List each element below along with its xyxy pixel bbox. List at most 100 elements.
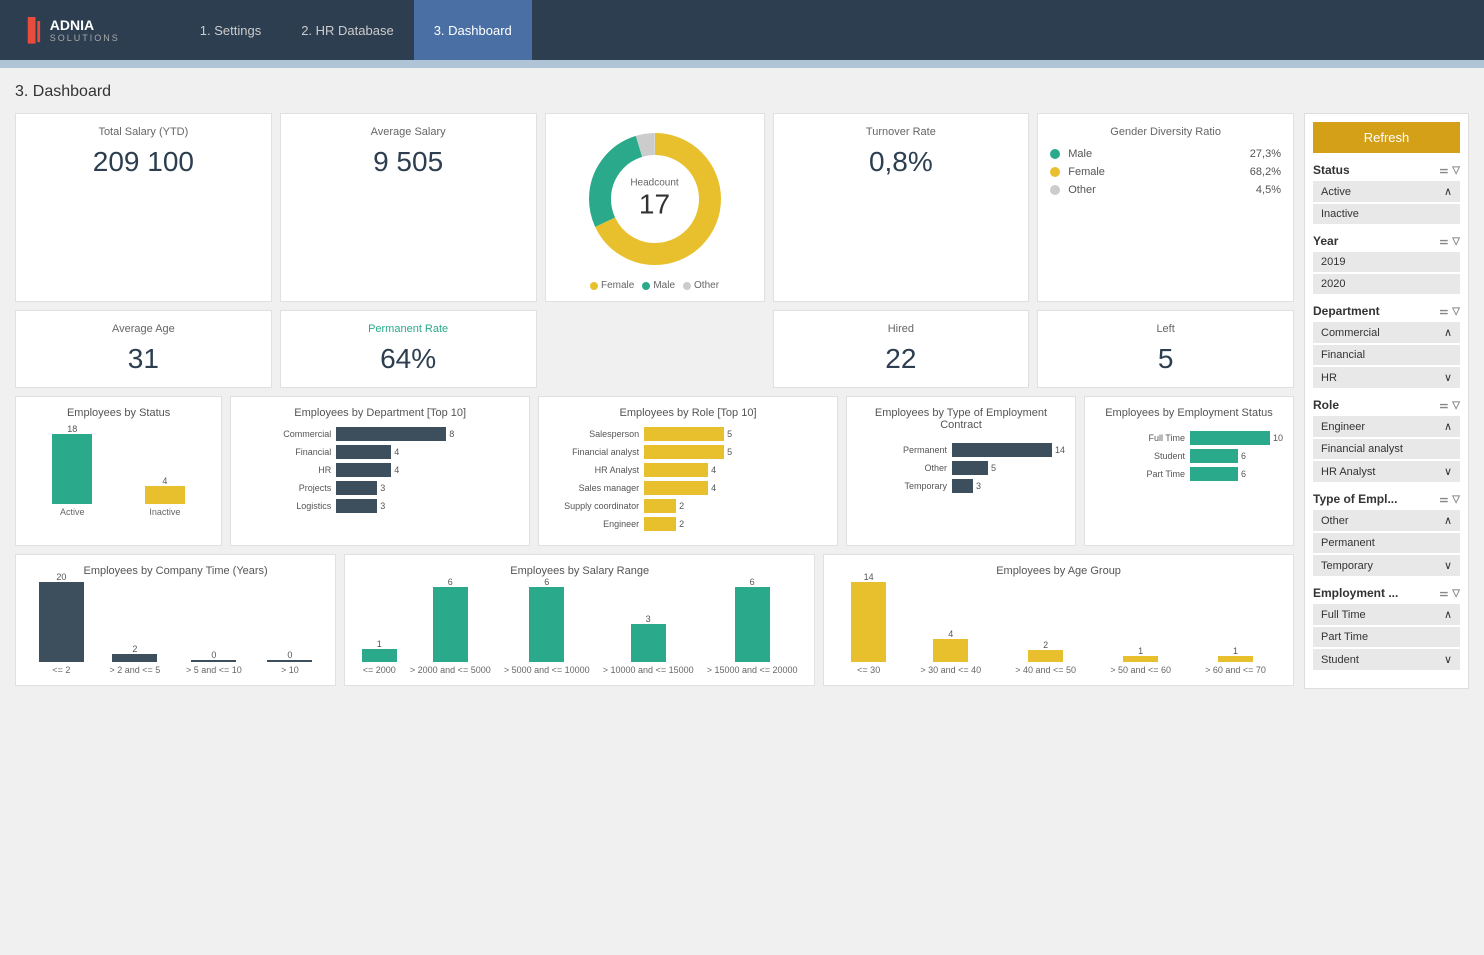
emp-fulltime-val: 10 [1273, 433, 1283, 443]
tab-dashboard[interactable]: 3. Dashboard [414, 0, 532, 60]
role-engineer-label-sb: Engineer [1321, 421, 1365, 433]
headcount-value: 17 [630, 189, 678, 221]
ct-5-10-val: 0 [211, 650, 216, 660]
gender-other-name: Other [1068, 184, 1256, 196]
legend-male: Male [642, 280, 675, 291]
gender-male-pct: 27,3% [1250, 148, 1281, 160]
funnel-dept-icon[interactable]: ▽ [1452, 306, 1460, 317]
kpi-turnover: Turnover Rate 0,8% [773, 113, 1030, 302]
legend-female: Female [590, 280, 634, 291]
filter-status-inactive[interactable]: Inactive [1313, 204, 1460, 224]
sal-10k-15k-label: > 10000 and <= 15000 [603, 665, 694, 675]
filter-dept-icons: ⚌ ▽ [1439, 306, 1460, 317]
kpi-row-2: Average Age 31 Permanent Rate 64% Hired … [15, 310, 1294, 388]
funnel-year-icon[interactable]: ▽ [1452, 236, 1460, 247]
emp-parttime-val: 6 [1241, 469, 1246, 479]
filter-year-2020[interactable]: 2020 [1313, 274, 1460, 294]
tab-hr-database[interactable]: 2. HR Database [281, 0, 414, 60]
filter-type-empl-other[interactable]: Other ∧ [1313, 510, 1460, 531]
filter-dept-hr[interactable]: HR ∨ [1313, 367, 1460, 388]
ct-5-10-bar [191, 660, 236, 662]
role-salesperson-label: Salesperson [549, 429, 639, 439]
role-sales-mgr-bar [644, 481, 708, 495]
dept-commercial-row: Commercial 8 [241, 427, 519, 441]
funnel-type-empl-icon[interactable]: ▽ [1452, 494, 1460, 505]
filter-status: Status ⚌ ▽ Active ∧ Inactive [1313, 163, 1460, 224]
donut-legend: Female Male Other [590, 280, 719, 291]
filter-emp-status-parttime[interactable]: Part Time [1313, 627, 1460, 647]
funnel-emp-status-icon[interactable]: ▽ [1452, 588, 1460, 599]
gender-other-pct: 4,5% [1256, 184, 1281, 196]
filter-status-active[interactable]: Active ∧ [1313, 181, 1460, 202]
age-60-70-bar [1218, 656, 1253, 662]
active-bar [52, 434, 92, 504]
filter-type-empl-icon[interactable]: ⚌ [1439, 494, 1448, 505]
sal-le2k-group: 1 <= 2000 [362, 639, 397, 675]
filter-year-icon[interactable]: ⚌ [1439, 236, 1448, 247]
filter-emp-status-fulltime[interactable]: Full Time ∧ [1313, 604, 1460, 625]
kpi-row-1: Total Salary (YTD) 209 100 Average Salar… [15, 113, 1294, 302]
filter-role-engineer[interactable]: Engineer ∧ [1313, 416, 1460, 437]
filter-emp-status-student[interactable]: Student ∨ [1313, 649, 1460, 670]
refresh-button[interactable]: Refresh [1313, 122, 1460, 153]
emp-fulltime-bar [1190, 431, 1270, 445]
dept-hr-bar [336, 463, 391, 477]
age-30-40-val: 4 [948, 629, 953, 639]
sub-header [0, 60, 1484, 68]
sal-10k-15k-group: 3 > 10000 and <= 15000 [603, 614, 694, 675]
filter-year-2019[interactable]: 2019 [1313, 252, 1460, 272]
contract-temp-val: 3 [976, 481, 981, 491]
filter-icon[interactable]: ⚌ [1439, 165, 1448, 176]
filter-role-label: Role [1313, 398, 1339, 412]
scroll-down-dept-icon: ∨ [1444, 371, 1452, 384]
ct-le2-val: 20 [56, 572, 66, 582]
avg-age-value: 31 [28, 343, 259, 375]
contract-perm-row: Permanent 14 [857, 443, 1065, 457]
filter-dept-financial[interactable]: Financial [1313, 345, 1460, 365]
company-time-bars: 20 <= 2 2 > 2 and <= 5 0 > 5 and [26, 585, 325, 675]
contract-perm-label: Permanent [857, 445, 947, 455]
dept-projects-bar [336, 481, 377, 495]
dept-hr-label-sb: HR [1321, 372, 1337, 384]
sal-15k-20k-val: 6 [750, 577, 755, 587]
ct-le2-bar [39, 582, 84, 662]
filter-status-icons: ⚌ ▽ [1439, 165, 1460, 176]
year-2019-label: 2019 [1321, 256, 1345, 268]
filter-type-empl-temporary[interactable]: Temporary ∨ [1313, 555, 1460, 576]
turnover-label: Turnover Rate [786, 126, 1017, 138]
status-active-label: Active [1321, 186, 1351, 198]
sal-10k-15k-val: 3 [646, 614, 651, 624]
filter-type-empl-permanent[interactable]: Permanent [1313, 533, 1460, 553]
funnel-role-icon[interactable]: ▽ [1452, 400, 1460, 411]
filter-role: Role ⚌ ▽ Engineer ∧ Financial analyst HR… [1313, 398, 1460, 482]
filter-year-icons: ⚌ ▽ [1439, 236, 1460, 247]
role-financial-label-sb: Financial analyst [1321, 443, 1403, 455]
emp-fulltime-label: Full Time [1095, 433, 1185, 443]
chart-emp-status: Employees by Status 18 Active 4 Inactive [15, 396, 222, 546]
filter-emp-status-icon[interactable]: ⚌ [1439, 588, 1448, 599]
tab-settings[interactable]: 1. Settings [180, 0, 281, 60]
perm-rate-label: Permanent Rate [293, 323, 524, 335]
age-30-40-bar [933, 639, 968, 662]
filter-dept-icon[interactable]: ⚌ [1439, 306, 1448, 317]
filter-dept-commercial[interactable]: Commercial ∧ [1313, 322, 1460, 343]
age-30-40-label: > 30 and <= 40 [920, 665, 981, 675]
filter-type-empl: Type of Empl... ⚌ ▽ Other ∧ Permanent Te… [1313, 492, 1460, 576]
ct-10-bar [267, 660, 312, 662]
inactive-bar [145, 486, 185, 504]
turnover-value: 0,8% [786, 146, 1017, 178]
filter-role-hr-analyst[interactable]: HR Analyst ∨ [1313, 461, 1460, 482]
filter-role-financial[interactable]: Financial analyst [1313, 439, 1460, 459]
dept-projects-val: 3 [380, 483, 385, 493]
filter-role-icon[interactable]: ⚌ [1439, 400, 1448, 411]
role-supply-val: 2 [679, 501, 684, 511]
donut-spacer [545, 310, 765, 388]
kpi-avg-salary: Average Salary 9 505 [280, 113, 537, 302]
emp-status-chart-title: Employees by Status [26, 407, 211, 419]
sal-10k-15k-bar [631, 624, 666, 662]
funnel-icon[interactable]: ▽ [1452, 165, 1460, 176]
main: 3. Dashboard Total Salary (YTD) 209 100 … [0, 68, 1484, 704]
sal-le2k-label: <= 2000 [363, 665, 396, 675]
chart-emp-emp-status: Employees by Employment Status Full Time… [1084, 396, 1294, 546]
kpi-hired: Hired 22 [773, 310, 1030, 388]
